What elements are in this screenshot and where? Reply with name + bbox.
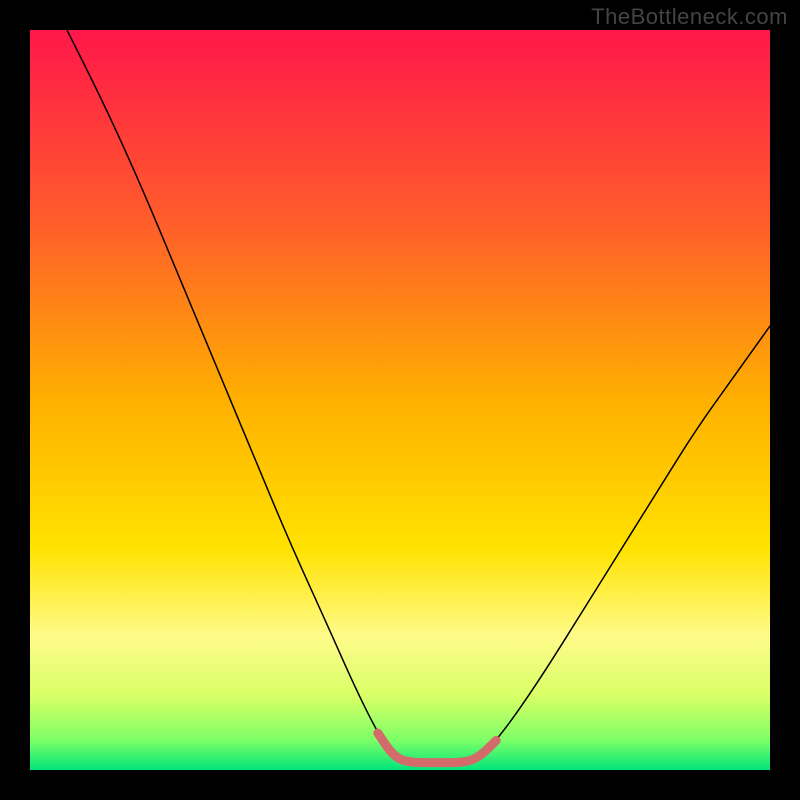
chart-frame: TheBottleneck.com xyxy=(0,0,800,800)
bottleneck-chart xyxy=(30,30,770,770)
watermark-text: TheBottleneck.com xyxy=(591,4,788,30)
plot-area xyxy=(30,30,770,770)
gradient-backdrop xyxy=(30,30,770,770)
